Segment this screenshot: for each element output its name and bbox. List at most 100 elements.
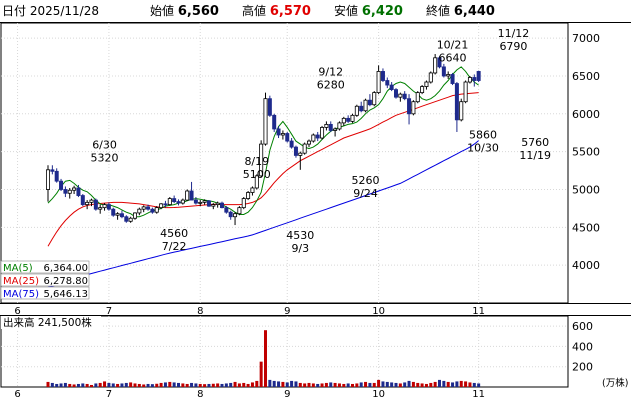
- candle: [80, 195, 85, 206]
- annotation-label: 9/3: [291, 242, 309, 255]
- volume-bar: [438, 379, 441, 387]
- candle: [93, 199, 98, 210]
- candle: [315, 134, 320, 139]
- candle: [415, 92, 420, 103]
- volume-bar: [385, 381, 389, 387]
- volume-bar: [477, 383, 481, 387]
- price-tick-label: 6000: [572, 108, 600, 121]
- volume-panel: 6 7 8 9 10 11 200 400 600 出来高 241,500株 (万株): [0, 315, 631, 400]
- candle: [132, 212, 137, 219]
- annotation-label: 6280: [317, 79, 345, 92]
- candle: [185, 190, 190, 201]
- volume-bar: [442, 380, 446, 387]
- volume-bar: [116, 383, 120, 387]
- candle: [72, 187, 77, 191]
- candle: [433, 57, 438, 74]
- candle: [154, 207, 159, 213]
- candle: [289, 140, 294, 148]
- volume-bar: [390, 382, 394, 387]
- candle: [172, 198, 177, 202]
- annotation-label: 8/19: [244, 155, 269, 168]
- candle: [420, 86, 425, 94]
- x-tick-label: 10: [372, 389, 385, 400]
- legend-value: 5,646.13: [43, 289, 88, 300]
- volume-bar: [137, 383, 141, 387]
- candle: [363, 99, 368, 112]
- candle: [115, 213, 120, 216]
- volume-bar: [264, 330, 267, 387]
- volume-bar: [346, 383, 350, 387]
- candle: [233, 213, 238, 218]
- candle: [337, 122, 342, 130]
- volume-bar: [459, 380, 463, 387]
- annotation-label: 10/21: [437, 38, 469, 51]
- volume-bar: [377, 379, 381, 387]
- volume-bar: [472, 382, 476, 387]
- volume-label: 出来高 241,500株: [3, 316, 92, 329]
- annotation-label: 5320: [91, 151, 119, 164]
- volume-bar: [277, 381, 281, 387]
- volume-bar: [446, 381, 450, 387]
- x-tick-label: 8: [197, 389, 203, 400]
- volume-bar: [194, 383, 198, 387]
- candle: [302, 143, 307, 154]
- x-tick-label: 7: [106, 389, 112, 400]
- candle: [46, 169, 51, 190]
- volume-bar: [259, 361, 263, 387]
- volume-bar: [268, 379, 272, 387]
- x-tick-label: 9: [284, 389, 290, 400]
- volume-bar: [207, 383, 211, 387]
- volume-bar: [150, 384, 154, 387]
- volume-bar: [303, 383, 307, 387]
- volume-bar: [68, 383, 72, 387]
- volume-bar: [142, 384, 146, 387]
- candle: [463, 81, 468, 103]
- annotation-label: 11/12: [498, 27, 530, 40]
- volume-bar: [411, 381, 415, 387]
- candle: [320, 127, 325, 139]
- volume-bar: [255, 380, 259, 387]
- volume-bar: [216, 383, 220, 387]
- annotation-label: 5860: [469, 128, 497, 141]
- candle: [306, 140, 311, 145]
- volume-bar: [85, 383, 89, 387]
- volume-bar: [190, 382, 194, 387]
- volume-bar: [198, 383, 202, 387]
- volume-tick-label: 200: [572, 361, 593, 374]
- annotation-label: 5760: [521, 136, 549, 149]
- volume-bar: [94, 383, 98, 387]
- candle: [193, 199, 198, 204]
- candle: [424, 81, 429, 87]
- volume-bar: [72, 384, 76, 387]
- volume-bar: [464, 381, 468, 387]
- annotation-label: 9/12: [318, 66, 343, 79]
- volume-bar: [455, 381, 459, 387]
- volume-bar: [163, 382, 167, 387]
- price-tick-label: 4500: [572, 221, 600, 234]
- candle: [454, 83, 459, 121]
- candle: [163, 203, 168, 206]
- candle: [189, 190, 194, 201]
- volume-bar: [120, 383, 124, 387]
- candle: [354, 105, 359, 116]
- candle: [476, 71, 481, 81]
- volume-bar: [124, 382, 128, 387]
- volume-bar: [424, 383, 428, 387]
- candle: [180, 199, 185, 204]
- annotation-label: 9/24: [353, 187, 378, 200]
- volume-bar: [203, 384, 207, 387]
- volume-bar: [211, 383, 215, 387]
- volume-bar: [185, 383, 189, 387]
- volume-bar: [407, 380, 411, 387]
- volume-bar: [220, 383, 224, 387]
- annotation-label: 6/30: [92, 138, 117, 151]
- volume-bar: [159, 382, 163, 387]
- volume-bar: [311, 383, 315, 387]
- volume-bar: [133, 383, 137, 387]
- price-panel: 6 7 8 9 10 1140004500500055006000650070006/30…: [0, 22, 631, 317]
- annotation-label: 5100: [243, 168, 271, 181]
- candle: [250, 187, 255, 193]
- annotation-label: 4530: [286, 229, 314, 242]
- volume-bar: [329, 382, 333, 387]
- volume-bar: [181, 383, 185, 387]
